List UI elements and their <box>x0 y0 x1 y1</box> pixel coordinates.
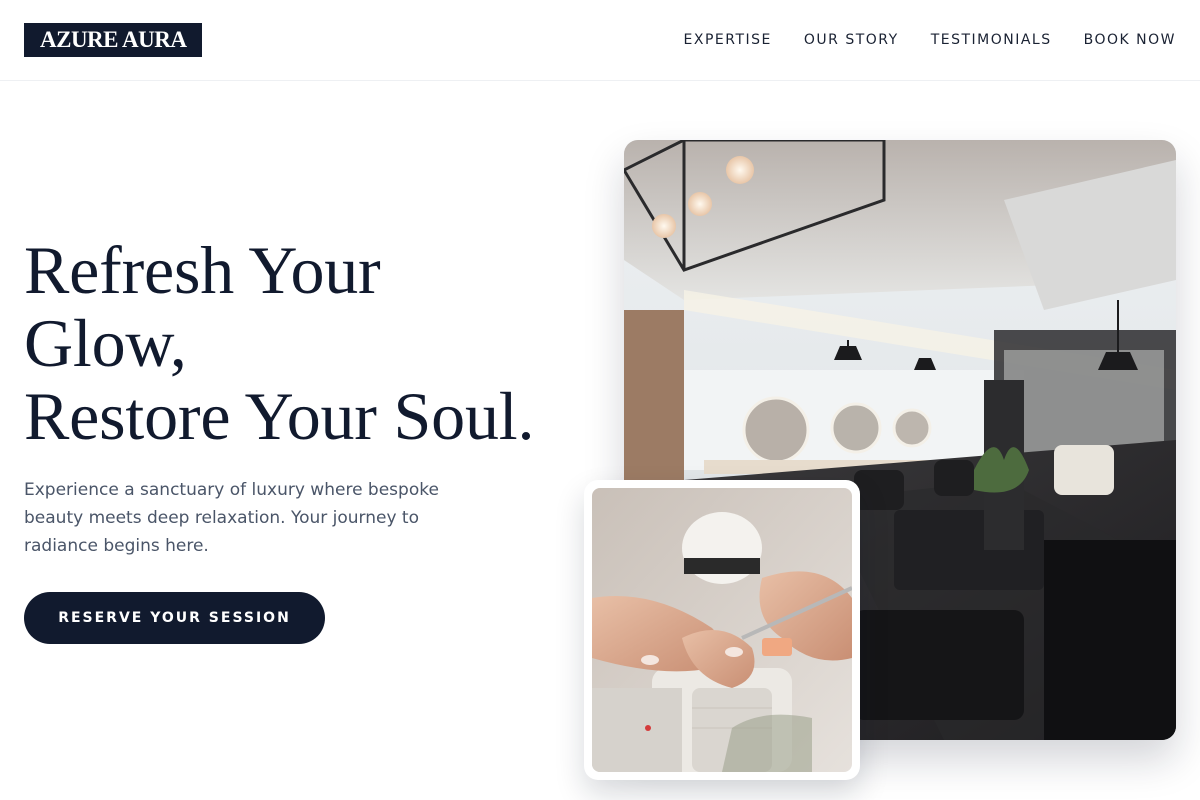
manicure-image <box>592 488 852 772</box>
brand-logo[interactable]: AZURE AURA <box>24 23 203 57</box>
manicure-image-frame <box>584 480 860 780</box>
nav-link-our-story[interactable]: OUR STORY <box>804 31 899 49</box>
headline-line-1: Refresh Your <box>24 232 381 308</box>
main-nav: EXPERTISE OUR STORY TESTIMONIALS BOOK NO… <box>684 31 1176 49</box>
nav-link-book-now[interactable]: BOOK NOW <box>1084 31 1176 49</box>
hero-headline: Refresh Your Glow, Restore Your Soul. <box>24 234 604 453</box>
top-navigation-bar: AZURE AURA EXPERTISE OUR STORY TESTIMONI… <box>0 0 1200 81</box>
headline-line-3: Restore Your Soul. <box>24 378 535 454</box>
reserve-session-button[interactable]: RESERVE YOUR SESSION <box>24 592 325 644</box>
hero-description: Experience a sanctuary of luxury where b… <box>24 480 439 556</box>
headline-line-2: Glow, <box>24 305 187 381</box>
nav-link-expertise[interactable]: EXPERTISE <box>684 31 772 49</box>
nav-link-testimonials[interactable]: TESTIMONIALS <box>931 31 1052 49</box>
